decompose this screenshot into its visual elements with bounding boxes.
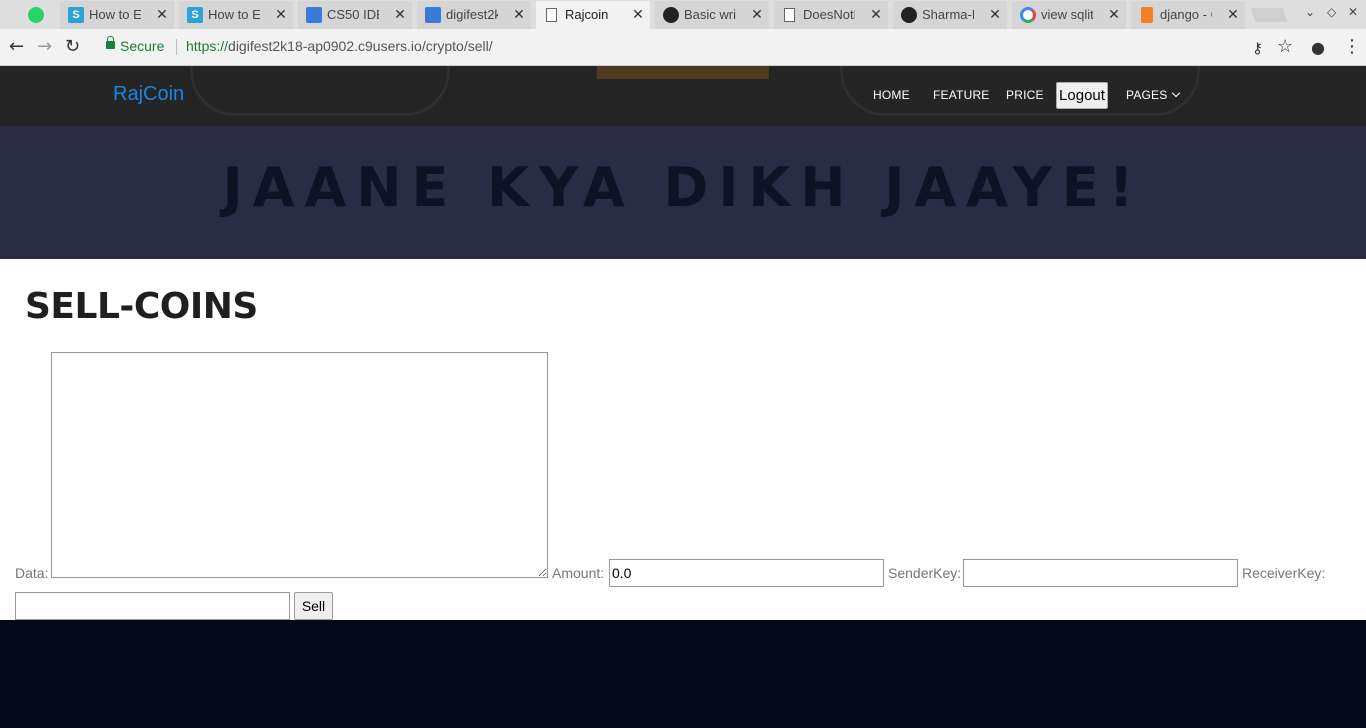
close-icon[interactable]: ✕ bbox=[154, 5, 170, 23]
browser-tab-strip: S How to Ex ✕ S How to Ex ✕ CS50 IDE ✕ d… bbox=[0, 0, 1366, 29]
whatsapp-icon bbox=[28, 7, 44, 23]
nav-home[interactable]: HOME bbox=[873, 88, 910, 102]
tab-title: Rajcoin bbox=[565, 7, 609, 22]
close-icon[interactable]: ✕ bbox=[987, 5, 1003, 23]
tab-title: How to Ex bbox=[89, 7, 141, 22]
browser-toolbar: ← → ↻ Secure https://digifest2k18-ap0902… bbox=[0, 29, 1366, 66]
nav-feature[interactable]: FEATURE bbox=[933, 88, 990, 102]
data-label: Data: bbox=[15, 565, 49, 581]
tab-django[interactable]: django - C ✕ bbox=[1131, 1, 1245, 29]
site-navbar: RajCoin HOME FEATURE PRICE Logout PAGES bbox=[0, 66, 1366, 126]
url-scheme: https:// bbox=[186, 38, 229, 54]
back-icon[interactable]: ← bbox=[9, 37, 24, 57]
tab-how-to-ex-1[interactable]: S How to Ex ✕ bbox=[60, 1, 174, 29]
cloud9-icon bbox=[425, 7, 441, 23]
close-icon[interactable]: ✕ bbox=[630, 5, 646, 23]
forward-icon[interactable]: → bbox=[37, 37, 52, 57]
sell-button[interactable]: Sell bbox=[294, 592, 333, 620]
close-icon[interactable]: ✕ bbox=[511, 5, 527, 23]
tab-title: DoesNotE bbox=[803, 7, 855, 22]
page-icon bbox=[546, 8, 557, 22]
security-label: Secure bbox=[120, 38, 165, 54]
github-icon bbox=[663, 7, 679, 23]
lock-icon bbox=[106, 36, 115, 49]
account-icon[interactable]: ● bbox=[1311, 38, 1325, 58]
close-icon[interactable]: ✕ bbox=[1106, 5, 1122, 23]
key-icon[interactable]: ⚷ bbox=[1252, 38, 1263, 58]
tab-rajcoin[interactable]: Rajcoin ✕ bbox=[536, 1, 650, 29]
stackoverflow-icon bbox=[1141, 7, 1153, 23]
url-path: digifest2k18-ap0902.c9users.io/crypto/se… bbox=[228, 38, 493, 54]
tab-title: Sharma-H bbox=[922, 7, 974, 22]
hero-text: JAANE KYA DIKH JAAYE! bbox=[222, 156, 1144, 219]
brand-logo[interactable]: RajCoin bbox=[113, 83, 184, 106]
tab-title: Basic writ bbox=[684, 7, 736, 22]
menu-icon[interactable]: ⋮ bbox=[1343, 37, 1361, 57]
page-viewport: RajCoin HOME FEATURE PRICE Logout PAGES … bbox=[0, 66, 1366, 728]
tab-title: digifest2k bbox=[446, 7, 498, 22]
sender-key-input[interactable] bbox=[963, 559, 1238, 587]
tab-title: view sqlite bbox=[1041, 7, 1093, 22]
receiver-key-label: ReceiverKey: bbox=[1242, 565, 1326, 581]
nav-pages[interactable]: PAGES bbox=[1126, 88, 1181, 102]
page-title: SELL-COINS bbox=[25, 286, 258, 327]
chevron-down-icon bbox=[1172, 88, 1181, 98]
close-window-icon[interactable]: ✕ bbox=[1348, 5, 1358, 19]
data-textarea[interactable] bbox=[51, 352, 548, 578]
tab-basic-writ[interactable]: Basic writ ✕ bbox=[655, 1, 769, 29]
sender-key-label: SenderKey: bbox=[888, 565, 962, 581]
cloud9-icon bbox=[306, 7, 322, 23]
tab-doesnote[interactable]: DoesNotE ✕ bbox=[774, 1, 888, 29]
nav-price[interactable]: PRICE bbox=[1006, 88, 1044, 102]
close-icon[interactable]: ✕ bbox=[749, 5, 765, 23]
chevron-down-icon[interactable]: ⌄ bbox=[1305, 5, 1315, 19]
page-footer bbox=[0, 620, 1366, 728]
page-icon bbox=[784, 8, 795, 22]
tab-title: django - C bbox=[1160, 7, 1212, 22]
close-icon[interactable]: ✕ bbox=[392, 5, 408, 23]
url-text[interactable]: https://digifest2k18-ap0902.c9users.io/c… bbox=[186, 38, 493, 54]
tab-title: How to Ex bbox=[208, 7, 260, 22]
tab-sharma-h[interactable]: Sharma-H ✕ bbox=[893, 1, 1007, 29]
amount-label: Amount: bbox=[552, 565, 605, 581]
reload-icon[interactable]: ↻ bbox=[65, 37, 80, 57]
s-icon: S bbox=[68, 7, 84, 23]
tab-whatsapp[interactable] bbox=[22, 1, 54, 29]
tab-cs50-ide[interactable]: CS50 IDE ✕ bbox=[298, 1, 412, 29]
tab-how-to-ex-2[interactable]: S How to Ex ✕ bbox=[179, 1, 293, 29]
s-icon: S bbox=[187, 7, 203, 23]
close-icon[interactable]: ✕ bbox=[868, 5, 884, 23]
tab-view-sqlite[interactable]: view sqlite ✕ bbox=[1012, 1, 1126, 29]
hero-banner: JAANE KYA DIKH JAAYE! bbox=[0, 126, 1366, 259]
github-icon bbox=[901, 7, 917, 23]
amount-input[interactable]: 0.0 bbox=[609, 559, 884, 587]
address-divider bbox=[176, 39, 177, 55]
receiver-key-input[interactable] bbox=[15, 592, 290, 620]
close-icon[interactable]: ✕ bbox=[1225, 5, 1241, 23]
address-bar[interactable]: Secure https://digifest2k18-ap0902.c9use… bbox=[98, 33, 1303, 61]
logout-button[interactable]: Logout bbox=[1056, 82, 1108, 109]
new-tab-button[interactable] bbox=[1250, 8, 1288, 22]
close-icon[interactable]: ✕ bbox=[273, 5, 289, 23]
tab-title: CS50 IDE bbox=[327, 7, 379, 22]
restore-icon[interactable]: ◇ bbox=[1327, 5, 1336, 19]
navbar-decoration bbox=[190, 66, 450, 116]
navbar-decoration bbox=[597, 66, 769, 79]
google-icon bbox=[1020, 7, 1036, 23]
nav-pages-label: PAGES bbox=[1126, 88, 1168, 102]
star-icon[interactable]: ☆ bbox=[1277, 37, 1293, 57]
tab-digifest[interactable]: digifest2k ✕ bbox=[417, 1, 531, 29]
